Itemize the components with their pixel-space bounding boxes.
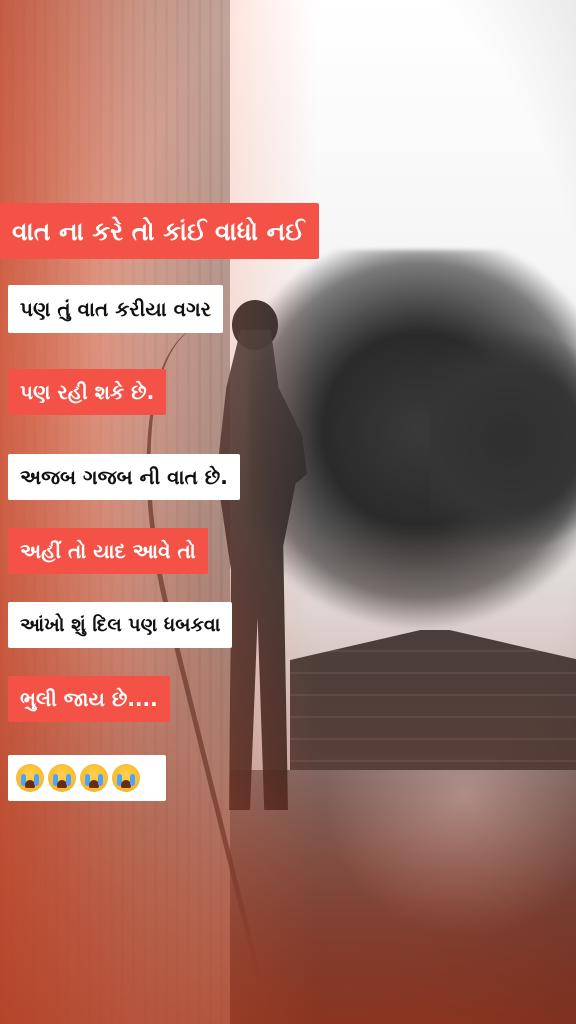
loudly-crying-face-icon (16, 764, 44, 792)
loudly-crying-face-icon (112, 764, 140, 792)
caption-line-1: વાત ના કરે તો કાંઈ વાધો નઈ (0, 203, 319, 259)
caption-line-7: ભુલી જાય છે.... (8, 676, 170, 722)
vignette (0, 0, 576, 1024)
loudly-crying-face-icon (80, 764, 108, 792)
caption-line-4: અજબ ગજબ ની વાત છે. (8, 454, 240, 500)
emoji-row (8, 755, 166, 801)
caption-line-6: આંખો શું દિલ પણ ધબકવા (8, 602, 233, 648)
caption-line-2: પણ તું વાત કરીયા વગર (8, 285, 224, 333)
caption-line-3: પણ રહી શકે છે. (8, 369, 167, 415)
caption-line-5: અહીં તો યાદ આવે તો (8, 528, 208, 574)
loudly-crying-face-icon (48, 764, 76, 792)
background-photo (0, 0, 576, 1024)
